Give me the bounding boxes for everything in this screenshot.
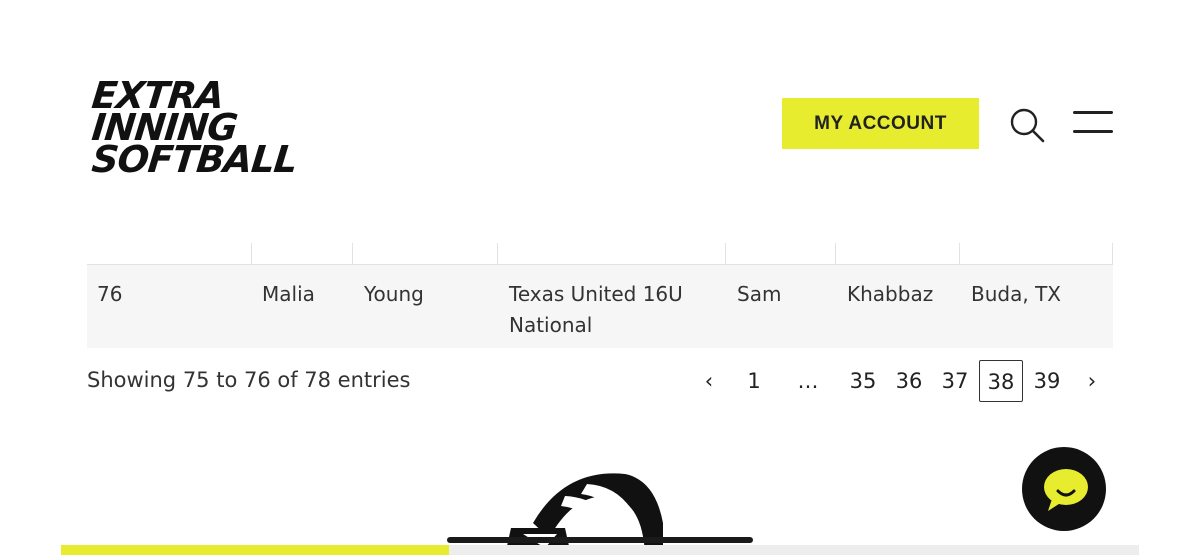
- cell-coach-first: Sam: [737, 282, 782, 306]
- page-1-button[interactable]: 1: [738, 360, 770, 402]
- chat-button[interactable]: [1022, 447, 1106, 531]
- page-37-button[interactable]: 37: [937, 360, 973, 402]
- next-page-button[interactable]: ›: [1079, 360, 1105, 402]
- scroll-progress-fill: [61, 545, 450, 555]
- table-row: 76 Malia Young Texas United 16U National…: [87, 265, 1113, 348]
- cell-team: Texas United 16U National: [509, 282, 683, 337]
- results-table: 76 Malia Young Texas United 16U National…: [87, 243, 1113, 348]
- page-35-button[interactable]: 35: [845, 360, 881, 402]
- cell-location: Buda, TX: [971, 282, 1061, 306]
- menu-bar: [1073, 130, 1113, 133]
- page-39-button[interactable]: 39: [1029, 360, 1065, 402]
- home-indicator[interactable]: [447, 537, 753, 543]
- cell-number: 76: [97, 282, 123, 306]
- cell-first-name: Malia: [262, 282, 315, 306]
- cell-coach-last: Khabbaz: [847, 282, 934, 306]
- my-account-button[interactable]: MY ACCOUNT: [782, 98, 979, 149]
- page-38-button-current[interactable]: 38: [979, 360, 1023, 402]
- chat-bubble-icon: [1044, 469, 1088, 511]
- logo-line-3: SOFTBALL: [89, 138, 299, 181]
- search-icon[interactable]: [1008, 106, 1046, 144]
- cell-last-name: Young: [364, 282, 424, 306]
- hamburger-menu-icon[interactable]: [1073, 108, 1115, 138]
- menu-bar: [1073, 111, 1113, 114]
- scroll-progress-bar: [61, 545, 1139, 555]
- pagination: ‹ 1 … 35 36 37 38 39 ›: [0, 360, 1200, 402]
- previous-page-button[interactable]: ‹: [696, 360, 722, 402]
- pagination-ellipsis: …: [797, 369, 819, 393]
- page-36-button[interactable]: 36: [891, 360, 927, 402]
- logo[interactable]: EXTRA INNING SOFTBALL: [89, 74, 299, 181]
